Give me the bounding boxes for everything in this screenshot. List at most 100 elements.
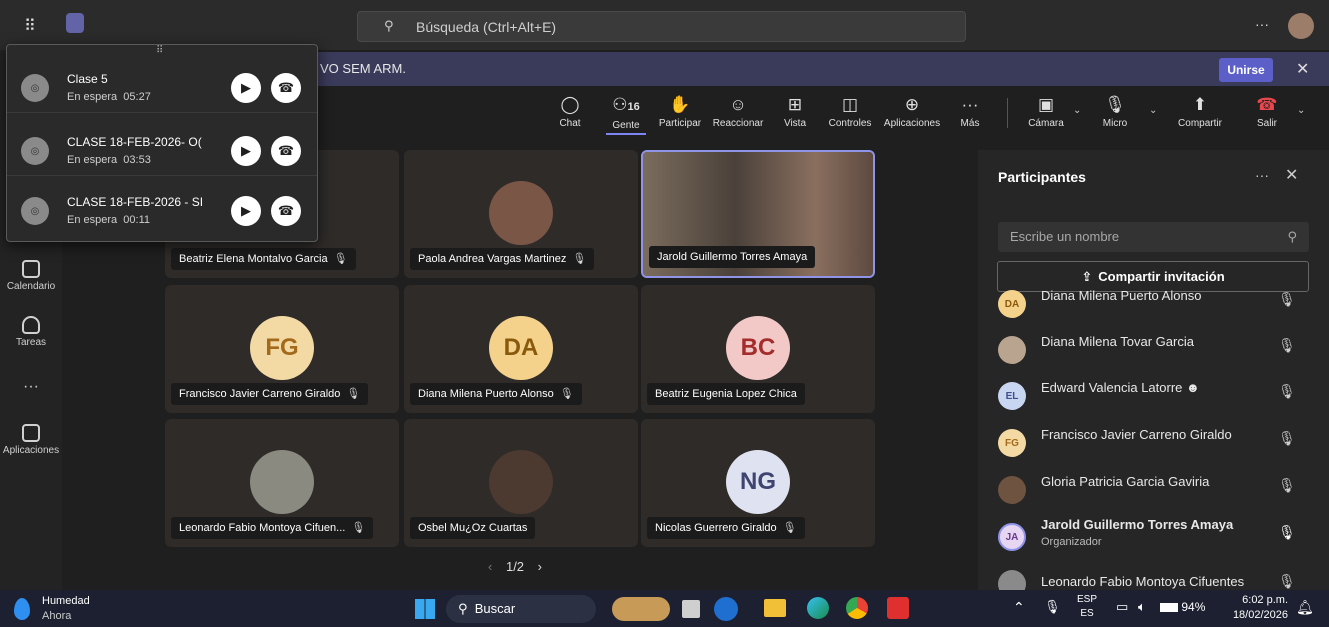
app-grid-icon[interactable]: ⠿ <box>24 16 36 36</box>
participant-row[interactable]: Gloria Patricia Garcia Gaviria 🎙︎ <box>978 467 1329 513</box>
play-icon: ▶ <box>241 203 251 218</box>
rail-item-calendar[interactable]: Calendario <box>0 260 62 292</box>
toolbar-raise-hand-button[interactable]: ✋ Participar <box>656 95 704 129</box>
tile-name: Francisco Javier Carreno Giraldo <box>179 388 341 400</box>
participant-row[interactable]: FG Francisco Javier Carreno Giraldo 🎙︎ <box>978 420 1329 466</box>
mic-options-chevron-icon[interactable]: ⌄ <box>1149 105 1157 116</box>
end-call-button[interactable]: ☎ <box>271 196 301 226</box>
toolbar-react-button[interactable]: ☺ Reaccionar <box>710 95 766 129</box>
file-explorer-icon[interactable] <box>764 599 786 617</box>
toolbar-camera-button[interactable]: ▣ Cámara <box>1026 95 1066 129</box>
join-button[interactable]: Unirse <box>1219 58 1273 82</box>
avatar-initials: EL <box>1005 390 1019 402</box>
participant-row[interactable]: Leonardo Fabio Montoya Cifuentes 🎙︎ <box>978 561 1329 590</box>
prev-page-button[interactable]: ‹ <box>488 559 492 574</box>
panel-more-button[interactable]: ··· <box>1255 167 1269 183</box>
toolbar-view-button[interactable]: ⊞ Vista <box>780 95 810 129</box>
weather-widget[interactable]: Humedad Ahora <box>14 594 124 624</box>
resume-call-button[interactable]: ▶ <box>231 73 261 103</box>
video-tile-active-speaker[interactable]: Jarold Guillermo Torres Amaya <box>641 150 875 278</box>
toolbar-label: Chat <box>559 118 581 129</box>
tile-name: Osbel Mu¿Oz Cuartas <box>418 522 528 534</box>
camera-options-chevron-icon[interactable]: ⌄ <box>1073 105 1081 116</box>
toolbar-label: Controles <box>828 118 872 129</box>
next-page-button[interactable]: › <box>538 559 542 574</box>
toolbar-apps-button[interactable]: ⊕ Aplicaciones <box>880 95 944 129</box>
video-tile[interactable]: Osbel Mu¿Oz Cuartas <box>404 419 638 547</box>
toolbar-label: Reaccionar <box>712 118 764 129</box>
controls-icon: ◫ <box>841 95 859 114</box>
participant-avatar: DA <box>998 290 1026 318</box>
user-avatar[interactable] <box>1288 13 1314 39</box>
search-icon: ⚲ <box>458 601 468 616</box>
video-tile[interactable]: Leonardo Fabio Montoya Cifuen... 🎙︎ <box>165 419 399 547</box>
banner-text: VO SEM ARM. <box>320 61 406 76</box>
edge-browser-icon[interactable] <box>807 597 829 619</box>
leave-options-chevron-icon[interactable]: ⌄ <box>1297 105 1305 116</box>
video-tile[interactable]: FG Francisco Javier Carreno Giraldo 🎙︎ <box>165 285 399 413</box>
resume-call-button[interactable]: ▶ <box>231 136 261 166</box>
start-button-icon[interactable] <box>415 599 435 619</box>
video-tile[interactable]: NG Nicolas Guerrero Giraldo 🎙︎ <box>641 419 875 547</box>
participant-name: Leonardo Fabio Montoya Cifuentes <box>1041 574 1245 589</box>
more-options-button[interactable]: ··· <box>1255 16 1269 32</box>
clock[interactable]: 6:02 p.m. 18/02/2026 <box>1224 593 1288 623</box>
toolbar-label: Participar <box>658 118 702 129</box>
volume-icon[interactable]: 🔈︎ <box>1138 599 1146 615</box>
rail-item-tasks[interactable]: Tareas <box>0 316 62 348</box>
avatar-initials: DA <box>1004 298 1020 310</box>
tile-name: Jarold Guillermo Torres Amaya <box>657 251 808 263</box>
smile-icon: ☺ <box>729 95 747 114</box>
resume-call-button[interactable]: ▶ <box>231 196 261 226</box>
drag-handle-icon[interactable]: ⠿ <box>156 45 163 56</box>
rail-item-more[interactable]: ··· <box>0 378 62 396</box>
hang-up-icon: ☎ <box>277 203 295 218</box>
search-icon: ⚲ <box>1287 229 1297 244</box>
video-tile[interactable]: Paola Andrea Vargas Martinez 🎙︎ <box>404 150 638 278</box>
participant-avatar: NG <box>726 450 790 514</box>
play-icon: ▶ <box>241 143 251 158</box>
toolbar-leave-button[interactable]: ☎ Salir <box>1252 95 1282 129</box>
mic-muted-icon: 🎙︎ <box>1278 291 1296 307</box>
notifications-icon[interactable]: 🔔︎ <box>1296 599 1314 616</box>
chrome-browser-icon[interactable] <box>846 597 868 619</box>
toolbar-people-button[interactable]: ⚇16 Gente <box>606 95 646 135</box>
mic-muted-icon: 🎙︎ <box>1278 573 1296 589</box>
participant-search-input[interactable]: Escribe un nombre ⚲ <box>998 222 1309 252</box>
hang-up-icon: ☎ <box>1256 95 1278 114</box>
panel-close-icon[interactable]: ✕ <box>1285 165 1298 185</box>
held-call-row: ◎ Clase 5 En espera 05:27 ▶ ☎ <box>7 63 317 113</box>
toolbar-controls-button[interactable]: ◫ Controles <box>826 95 874 129</box>
participant-row[interactable]: EL Edward Valencia Latorre ☻ 🎙︎ <box>978 373 1329 419</box>
search-input[interactable]: ⚲ Búsqueda (Ctrl+Alt+E) <box>357 11 966 42</box>
held-call-status-label: En espera <box>67 91 118 103</box>
hp-app-icon[interactable] <box>714 597 738 621</box>
participant-name: Diana Milena Tovar Garcia <box>1041 334 1194 349</box>
participant-row[interactable]: JA Jarold Guillermo Torres Amaya Organiz… <box>978 514 1329 560</box>
video-tile[interactable]: DA Diana Milena Puerto Alonso 🎙︎ <box>404 285 638 413</box>
banner-close-icon[interactable]: ✕ <box>1296 59 1309 79</box>
participant-row[interactable]: DA Diana Milena Puerto Alonso 🎙︎ <box>978 281 1329 327</box>
rail-item-apps[interactable]: Aplicaciones <box>0 424 62 456</box>
task-view-icon[interactable] <box>682 600 700 618</box>
network-icon[interactable]: ▭ <box>1116 599 1128 615</box>
participant-row[interactable]: Diana Milena Tovar Garcia 🎙︎ <box>978 327 1329 373</box>
end-call-button[interactable]: ☎ <box>271 136 301 166</box>
language-indicator[interactable]: ESP ES <box>1074 593 1100 621</box>
toolbar-chat-button[interactable]: ◯ Chat <box>557 95 583 129</box>
pdf-reader-icon[interactable] <box>887 597 909 619</box>
taskbar-search[interactable]: ⚲ Buscar <box>446 595 596 623</box>
toolbar-more-button[interactable]: ··· Más <box>958 95 982 129</box>
video-tile[interactable]: BC Beatriz Eugenia Lopez Chica <box>641 285 875 413</box>
apps-icon: ⊕ <box>904 95 920 114</box>
held-call-row: ◎ CLASE 18-FEB-2026- O( En espera 03:53 … <box>7 126 317 176</box>
toolbar-mic-button[interactable]: 🎙︎ Micro <box>1100 95 1130 129</box>
held-call-title: CLASE 18-FEB-2026 - SI <box>67 195 204 209</box>
tile-name: Nicolas Guerrero Giraldo <box>655 522 777 534</box>
end-call-button[interactable]: ☎ <box>271 73 301 103</box>
battery-indicator[interactable]: 94% <box>1160 600 1205 614</box>
microphone-tray-icon[interactable]: 🎙︎ <box>1044 599 1061 615</box>
weather-title: Humedad <box>42 595 90 607</box>
toolbar-share-button[interactable]: ⬆ Compartir <box>1178 95 1222 129</box>
tray-expand-icon[interactable]: ⌃ <box>1013 599 1025 616</box>
